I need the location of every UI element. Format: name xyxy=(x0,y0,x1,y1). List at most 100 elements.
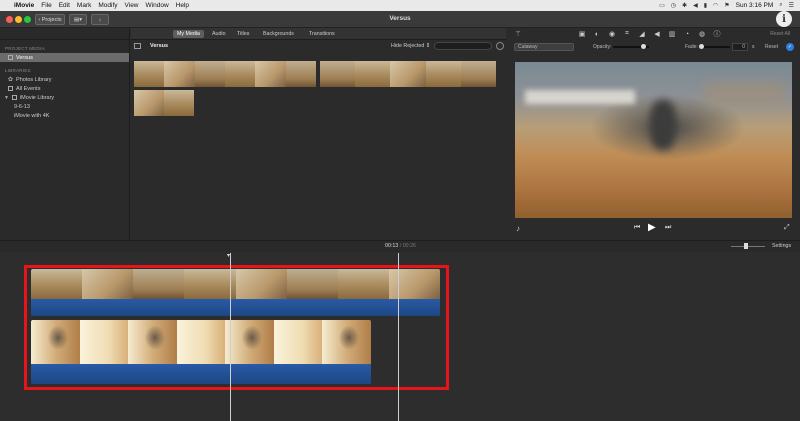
event-title: Versus xyxy=(150,43,169,49)
skip-back-icon[interactable]: ⏮ xyxy=(634,224,640,232)
skip-forward-icon[interactable]: ⏭ xyxy=(665,224,671,232)
clip-filter-select[interactable]: Hide Rejected ⇕ xyxy=(391,43,430,49)
reset-all-button[interactable]: Reset All xyxy=(770,31,790,37)
sidebar-item-label: iMovie with 4K xyxy=(14,112,50,119)
clip-frame xyxy=(134,61,165,87)
sidebar-item-all-events[interactable]: All Events xyxy=(0,84,129,93)
clip-frame xyxy=(224,61,256,87)
playhead-line[interactable] xyxy=(398,253,399,421)
menu-app-name[interactable]: iMovie xyxy=(14,2,34,9)
reset-checkmark-icon[interactable]: ✓ xyxy=(786,43,794,51)
clip-frame xyxy=(134,90,164,116)
bluetooth-icon[interactable]: ✱ xyxy=(682,2,687,9)
battery-icon[interactable]: ▮ xyxy=(704,2,707,9)
clock[interactable]: Sun 3:16 PM xyxy=(736,2,774,9)
total-time: 00:26 xyxy=(402,243,416,249)
opacity-slider-knob[interactable] xyxy=(641,44,646,49)
fullscreen-icon[interactable]: ⤢ xyxy=(784,224,790,232)
clip-filter-icon[interactable]: ◍ xyxy=(698,30,706,38)
tab-audio[interactable]: Audio xyxy=(208,30,230,38)
clip-frame xyxy=(164,61,195,87)
adjustment-toolbar: ⚚ ▣ ◐ ◉ ⌗ ◢ ◀ ▥ ◔ ◍ ⓘ Reset All xyxy=(507,28,800,40)
video-overlay-icon[interactable]: ▣ xyxy=(578,30,586,38)
menu-help[interactable]: Help xyxy=(176,2,189,9)
window-toolbar: ‹ Projects ▤▾ ↓ Versus i xyxy=(0,11,800,28)
timeline-zoom-knob[interactable] xyxy=(744,243,748,249)
timeline-settings-button[interactable]: Settings xyxy=(772,243,791,249)
clip-info-icon[interactable]: ⓘ xyxy=(713,30,721,38)
clip-frame xyxy=(355,61,391,87)
noise-reduction-icon[interactable]: ▥ xyxy=(668,30,676,38)
tab-my-media[interactable]: My Media xyxy=(173,30,204,38)
volume-icon[interactable]: ◀ xyxy=(653,30,661,38)
menu-edit[interactable]: Edit xyxy=(59,2,70,9)
star-box-icon xyxy=(8,86,13,91)
sidebar-toggle-icon[interactable] xyxy=(134,43,141,49)
wifi-icon[interactable]: ◠ xyxy=(713,2,718,9)
play-icon[interactable]: ▶ xyxy=(648,222,656,233)
fade-slider[interactable] xyxy=(700,46,730,48)
tab-backgrounds[interactable]: Backgrounds xyxy=(259,30,298,38)
menu-mark[interactable]: Mark xyxy=(77,2,91,9)
crop-icon[interactable]: ⌗ xyxy=(623,30,631,38)
timeline-panel: 00:13 / 00:26 Settings ▾ xyxy=(0,240,800,421)
fade-slider-knob[interactable] xyxy=(699,44,704,49)
menu-file[interactable]: File xyxy=(41,2,51,9)
clip-thumbnail[interactable] xyxy=(134,90,194,116)
current-time: 00:13 xyxy=(385,243,399,249)
fade-duration-field[interactable]: 0 xyxy=(732,43,748,51)
sidebar-item-versus[interactable]: Versus xyxy=(0,53,129,62)
spotlight-icon[interactable]: ⌕ xyxy=(779,2,782,9)
clip-frame xyxy=(164,90,194,116)
clip-frame xyxy=(390,61,426,87)
clip-frame xyxy=(285,61,316,87)
sidebar-item-event-9-6-13[interactable]: 9-6-13 xyxy=(0,102,129,111)
sidebar-item-photos-library[interactable]: ✿ Photos Library xyxy=(0,75,129,84)
system-menubar: iMovie File Edit Mark Modify View Window… xyxy=(0,0,800,11)
gear-icon[interactable] xyxy=(496,42,504,50)
skimmer-line[interactable] xyxy=(230,253,231,421)
sidebar-header xyxy=(0,28,129,40)
clip-frame xyxy=(425,61,461,87)
clip-frame xyxy=(255,61,286,87)
disclosure-triangle-icon[interactable]: ▼ xyxy=(4,95,9,101)
timeline-zoom-slider[interactable] xyxy=(731,246,765,247)
clip-thumbnail[interactable] xyxy=(320,61,496,87)
menu-view[interactable]: View xyxy=(125,2,139,9)
microphone-icon[interactable]: ♪ xyxy=(516,224,520,233)
color-balance-icon[interactable]: ◐ xyxy=(593,30,601,38)
timeline-header: 00:13 / 00:26 Settings xyxy=(0,241,800,252)
sidebar-item-label: iMovie Library xyxy=(19,94,55,101)
fade-label: Fade: xyxy=(685,44,698,50)
info-icon[interactable]: i xyxy=(776,11,792,27)
search-input[interactable] xyxy=(434,42,492,50)
browser-tab-bar: My Media Audio Titles Backgrounds Transi… xyxy=(131,28,506,40)
timemachine-icon[interactable]: ◷ xyxy=(671,2,676,9)
flag-icon[interactable]: ⚑ xyxy=(724,2,729,9)
library-icon xyxy=(11,95,17,100)
clip-thumbnail[interactable] xyxy=(134,61,316,87)
magic-wand-icon[interactable]: ⚚ xyxy=(514,30,522,38)
tab-transitions[interactable]: Transitions xyxy=(305,30,339,38)
libraries-sidebar: PROJECT MEDIA Versus LIBRARIES ✿ Photos … xyxy=(0,28,130,240)
speed-icon[interactable]: ◔ xyxy=(683,30,691,38)
time-separator: / xyxy=(399,243,402,249)
notification-center-icon[interactable]: ☰ xyxy=(789,2,794,9)
sidebar-item-imovie-library[interactable]: ▼ iMovie Library xyxy=(0,93,129,102)
volume-icon[interactable]: ◀ xyxy=(693,2,698,9)
screen-mirroring-icon[interactable]: ▭ xyxy=(659,2,665,9)
stabilization-icon[interactable]: ◢ xyxy=(638,30,646,38)
sidebar-item-label: 9-6-13 xyxy=(14,103,30,110)
tab-titles[interactable]: Titles xyxy=(233,30,253,38)
video-preview[interactable] xyxy=(515,62,792,218)
photos-icon: ✿ xyxy=(8,77,14,83)
sidebar-item-event-imovie-4k[interactable]: iMovie with 4K xyxy=(0,111,129,120)
overlay-mode-select[interactable]: Cutaway xyxy=(514,43,574,51)
color-correction-icon[interactable]: ◉ xyxy=(608,30,616,38)
menu-modify[interactable]: Modify xyxy=(98,2,117,9)
sidebar-item-label: Photos Library xyxy=(16,76,52,83)
menu-window[interactable]: Window xyxy=(146,2,169,9)
viewer-panel: ⚚ ▣ ◐ ◉ ⌗ ◢ ◀ ▥ ◔ ◍ ⓘ Reset All Cutaway … xyxy=(507,28,800,240)
preview-shadow xyxy=(705,82,785,104)
film-icon xyxy=(8,55,13,60)
